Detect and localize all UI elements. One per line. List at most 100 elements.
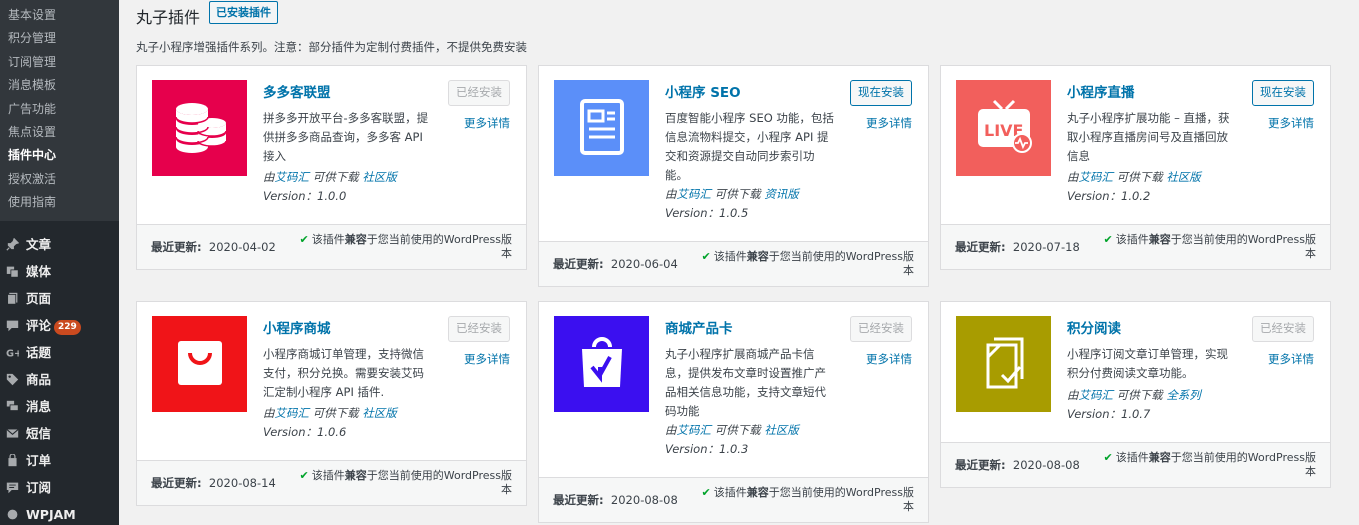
installed-button[interactable]: 已经安装 bbox=[1252, 316, 1314, 342]
plugin-channel-link[interactable]: 社区版 bbox=[362, 170, 397, 184]
menu-item-sms[interactable]: 短信 bbox=[0, 420, 119, 447]
plugin-name-link[interactable]: 小程序直播 bbox=[1067, 81, 1135, 101]
submenu-item-message-template[interactable]: 消息模板 bbox=[0, 74, 119, 97]
menu-item-pages[interactable]: 页面 bbox=[0, 285, 119, 312]
plugin-description: 百度智能小程序 SEO 功能，包括信息流物料提交，小程序 API 提交和资源提交… bbox=[665, 111, 834, 182]
installed-button[interactable]: 已经安装 bbox=[448, 316, 510, 342]
menu-label: 页面 bbox=[26, 290, 52, 306]
submenu-item-guide[interactable]: 使用指南 bbox=[0, 191, 119, 214]
more-details-link[interactable]: 更多详情 bbox=[1268, 115, 1314, 131]
plugin-name-link[interactable]: 商城产品卡 bbox=[665, 317, 733, 337]
plugin-channel-link[interactable]: 社区版 bbox=[1166, 170, 1201, 184]
menu-item-posts[interactable]: 文章 bbox=[0, 231, 119, 258]
compatibility-status: ✔ 该插件兼容于您当前使用的WordPress版本 bbox=[701, 486, 914, 513]
submenu-item-focus[interactable]: 焦点设置 bbox=[0, 121, 119, 144]
plugin-author: 由艾码汇 可供下载 社区版 Version：1.0.0 bbox=[263, 170, 397, 203]
more-details-link[interactable]: 更多详情 bbox=[1268, 351, 1314, 367]
plugin-channel-link[interactable]: 社区版 bbox=[362, 406, 397, 420]
plugin-card-footer: 最近更新: 2020-06-04 ✔ 该插件兼容于您当前使用的WordPress版本 bbox=[539, 241, 928, 286]
plugin-name-link[interactable]: 积分阅读 bbox=[1067, 317, 1121, 337]
menu-label: 短信 bbox=[26, 425, 52, 441]
submenu-item-points[interactable]: 积分管理 bbox=[0, 27, 119, 50]
plugin-icon[interactable] bbox=[956, 316, 1051, 412]
plugin-channel-link[interactable]: 资讯版 bbox=[764, 187, 799, 201]
plugin-author-link[interactable]: 艾码汇 bbox=[1079, 388, 1114, 402]
last-updated: 最近更新: 2020-08-08 bbox=[955, 458, 1080, 472]
menu-item-wpjam[interactable]: WPJAM bbox=[0, 501, 119, 525]
plugin-card: 积分阅读 小程序订阅文章订单管理，实现积分付费阅读文章功能。 由艾码汇 可供下载 全… bbox=[940, 301, 1331, 488]
plugin-author-link[interactable]: 艾码汇 bbox=[677, 187, 712, 201]
plugin-author: 由艾码汇 可供下载 社区版 Version：1.0.2 bbox=[1067, 170, 1201, 203]
submenu-item-plugin-center[interactable]: 插件中心 bbox=[0, 144, 119, 167]
last-updated: 最近更新: 2020-08-08 bbox=[553, 493, 678, 507]
install-now-button[interactable]: 现在安装 bbox=[850, 80, 912, 106]
install-now-button[interactable]: 现在安装 bbox=[1252, 80, 1314, 106]
check-icon: ✔ bbox=[1103, 451, 1113, 464]
compatibility-status: ✔ 该插件兼容于您当前使用的WordPress版本 bbox=[701, 250, 914, 277]
menu-item-products[interactable]: 商品 bbox=[0, 366, 119, 393]
plugin-icon[interactable] bbox=[554, 80, 649, 176]
plugin-icon[interactable] bbox=[554, 316, 649, 412]
more-details-link[interactable]: 更多详情 bbox=[464, 115, 510, 131]
plugin-channel-link[interactable]: 全系列 bbox=[1166, 388, 1201, 402]
plugin-name-link[interactable]: 小程序商城 bbox=[263, 317, 331, 337]
submenu-item-subscription[interactable]: 订阅管理 bbox=[0, 51, 119, 74]
plugin-channel-link[interactable]: 社区版 bbox=[764, 423, 799, 437]
cart-icon bbox=[6, 453, 19, 467]
topic-icon: G+ bbox=[6, 346, 19, 358]
admin-main-menu: 文章 媒体 页面 评论229 G+ 话题 商品 消息 短信 bbox=[0, 221, 119, 525]
menu-item-topics[interactable]: G+ 话题 bbox=[0, 339, 119, 366]
menu-label: 订阅 bbox=[26, 479, 52, 495]
submenu-item-ads[interactable]: 广告功能 bbox=[0, 98, 119, 121]
more-details-link[interactable]: 更多详情 bbox=[866, 351, 912, 367]
more-details-link[interactable]: 更多详情 bbox=[464, 351, 510, 367]
menu-label: 评论 bbox=[26, 317, 52, 333]
submenu-item-basic[interactable]: 基本设置 bbox=[0, 4, 119, 27]
last-updated: 最近更新: 2020-04-02 bbox=[151, 240, 276, 254]
installed-button[interactable]: 已经安装 bbox=[448, 80, 510, 106]
menu-label: 商品 bbox=[26, 371, 52, 387]
admin-sidebar: 基本设置 积分管理 订阅管理 消息模板 广告功能 焦点设置 插件中心 授权激活 … bbox=[0, 0, 119, 525]
plugin-author-link[interactable]: 艾码汇 bbox=[677, 423, 712, 437]
plugin-author-link[interactable]: 艾码汇 bbox=[1079, 170, 1114, 184]
check-icon: ✔ bbox=[299, 469, 309, 482]
compatibility-status: ✔ 该插件兼容于您当前使用的WordPress版本 bbox=[299, 469, 512, 496]
plugin-author-link[interactable]: 艾码汇 bbox=[275, 170, 310, 184]
plugin-icon[interactable] bbox=[152, 316, 247, 412]
document-check-icon bbox=[972, 331, 1036, 398]
compatibility-status: ✔ 该插件兼容于您当前使用的WordPress版本 bbox=[299, 233, 512, 260]
plugin-author-link[interactable]: 艾码汇 bbox=[275, 406, 310, 420]
plugin-card: 小程序商城 小程序商城订单管理，支持微信支付，积分兑换。需要安装艾码汇定制小程序 … bbox=[136, 301, 527, 506]
wpjam-icon bbox=[6, 508, 19, 521]
last-updated: 最近更新: 2020-06-04 bbox=[553, 257, 678, 271]
plugin-author: 由艾码汇 可供下载 社区版 Version：1.0.3 bbox=[665, 423, 799, 456]
installed-button[interactable]: 已经安装 bbox=[850, 316, 912, 342]
plugin-icon[interactable]: LIVE bbox=[956, 80, 1051, 176]
plugin-card-footer: 最近更新: 2020-07-18 ✔ 该插件兼容于您当前使用的WordPress版本 bbox=[941, 224, 1330, 269]
plugin-description: 拼多多开放平台-多多客联盟，提供拼多多商品查询，多多客 API 接入 bbox=[263, 111, 429, 163]
plugin-submenu: 基本设置 积分管理 订阅管理 消息模板 广告功能 焦点设置 插件中心 授权激活 … bbox=[0, 0, 119, 221]
tag-icon bbox=[6, 373, 19, 386]
plugin-description: 小程序订阅文章订单管理，实现积分付费阅读文章功能。 bbox=[1067, 347, 1228, 380]
plugin-name-link[interactable]: 多多客联盟 bbox=[263, 81, 331, 101]
compatibility-status: ✔ 该插件兼容于您当前使用的WordPress版本 bbox=[1103, 451, 1316, 478]
plugin-card-footer: 最近更新: 2020-04-02 ✔ 该插件兼容于您当前使用的WordPress版本 bbox=[137, 224, 526, 269]
plugin-description: 丸子小程序扩展商城产品卡信息，提供发布文章时设置推广产品相关信息功能，支持文章短… bbox=[665, 347, 826, 418]
menu-item-orders[interactable]: 订单 bbox=[0, 447, 119, 474]
menu-item-comments[interactable]: 评论 229 bbox=[0, 312, 119, 339]
page-title: 丸子插件 bbox=[136, 8, 201, 27]
plugin-name-link[interactable]: 小程序 SEO bbox=[665, 81, 741, 101]
pin-icon bbox=[6, 237, 19, 251]
plugin-icon[interactable] bbox=[152, 80, 247, 176]
compatibility-status: ✔ 该插件兼容于您当前使用的WordPress版本 bbox=[1103, 233, 1316, 260]
menu-item-messages[interactable]: 消息 bbox=[0, 393, 119, 420]
submenu-item-license[interactable]: 授权激活 bbox=[0, 168, 119, 191]
check-icon: ✔ bbox=[1103, 233, 1113, 246]
last-updated: 最近更新: 2020-07-18 bbox=[955, 240, 1080, 254]
menu-label: 文章 bbox=[26, 236, 52, 252]
live-tv-icon: LIVE bbox=[972, 95, 1036, 162]
more-details-link[interactable]: 更多详情 bbox=[866, 115, 912, 131]
menu-item-media[interactable]: 媒体 bbox=[0, 258, 119, 285]
installed-plugins-tab[interactable]: 已安装插件 bbox=[209, 1, 278, 24]
menu-item-subscribe[interactable]: 订阅 bbox=[0, 474, 119, 501]
